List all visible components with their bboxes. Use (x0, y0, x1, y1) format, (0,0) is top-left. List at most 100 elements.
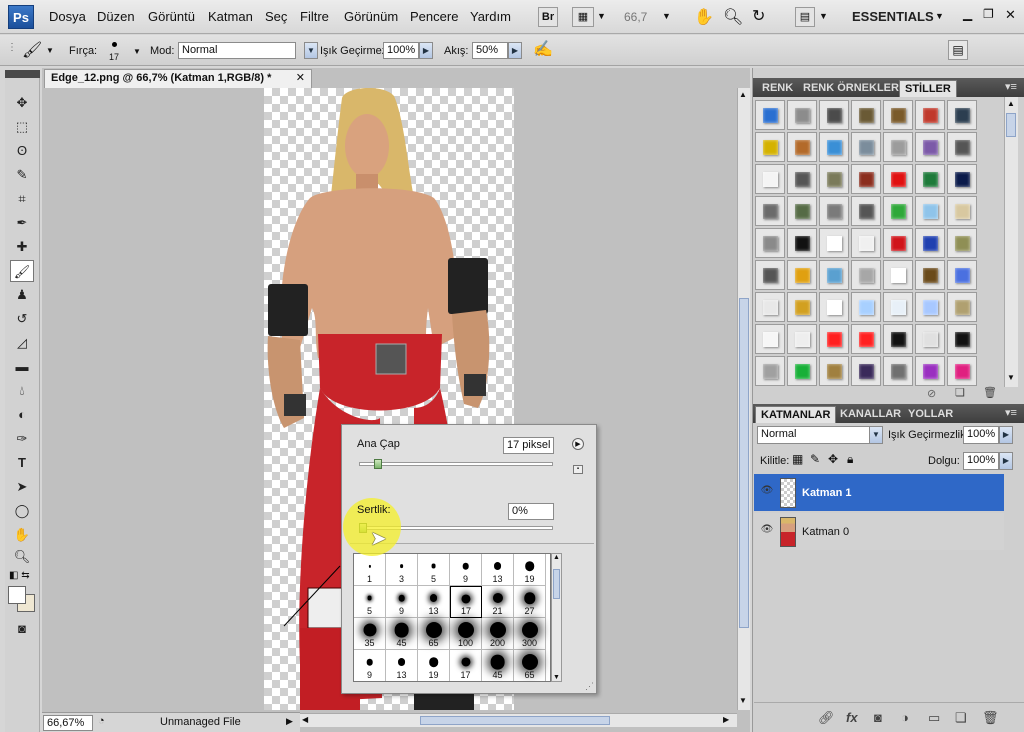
zoom-field[interactable]: 66,67% (43, 715, 93, 731)
style-swatch[interactable] (787, 356, 817, 386)
blend-mode-select[interactable]: Normal (757, 426, 871, 444)
style-swatch[interactable] (851, 260, 881, 290)
style-swatch[interactable] (755, 132, 785, 162)
tab-layers[interactable]: KATMANLAR (755, 406, 837, 423)
style-swatch[interactable] (915, 324, 945, 354)
tab-channels[interactable]: KANALLAR (835, 406, 906, 423)
style-swatch[interactable] (947, 100, 977, 130)
menu-edit[interactable]: Düzen (97, 9, 135, 24)
reset-icon[interactable]: ▪ (573, 465, 583, 474)
style-swatch[interactable] (915, 292, 945, 322)
layer-name[interactable]: Katman 0 (802, 526, 849, 538)
new-layer-icon[interactable]: ❏ (955, 710, 967, 726)
chevron-down-icon[interactable]: ▼ (935, 11, 944, 21)
foreground-color-swatch[interactable] (8, 586, 26, 604)
tab-styles[interactable]: STİLLER (899, 80, 957, 97)
layer-mask-icon[interactable]: ◙ (874, 710, 882, 725)
move-tool-icon[interactable]: ✥ (10, 92, 34, 114)
style-swatch[interactable] (947, 260, 977, 290)
scroll-thumb[interactable] (1006, 113, 1016, 137)
eraser-tool-icon[interactable]: ◿ (10, 332, 34, 354)
bridge-button[interactable]: Br (538, 7, 558, 27)
brush-preset[interactable]: 45 (482, 650, 514, 681)
brush-tool-icon[interactable]: 🖌︎ (10, 260, 34, 282)
brush-preset[interactable]: 9 (354, 650, 386, 681)
restore-icon[interactable]: ❐ (983, 7, 994, 21)
link-layers-icon[interactable]: 🔗︎ (818, 710, 835, 726)
menu-image[interactable]: Görüntü (148, 9, 195, 24)
scroll-right-icon[interactable]: ▶ (723, 715, 729, 724)
airbrush-icon[interactable]: ✍ (533, 39, 553, 59)
style-swatch[interactable] (819, 324, 849, 354)
brush-preset[interactable]: 45 (386, 618, 418, 650)
quick-select-tool-icon[interactable]: ✎ (10, 164, 34, 186)
preset-scrollbar[interactable]: ▲ ▼ (551, 553, 562, 682)
fill-field[interactable]: 100% (963, 452, 999, 470)
brush-preview[interactable] (112, 42, 117, 47)
layer-name[interactable]: Katman 1 (802, 487, 852, 499)
chevron-down-icon[interactable]: ▼ (46, 46, 54, 55)
brush-preset[interactable]: 200 (482, 618, 514, 650)
style-swatch[interactable] (755, 324, 785, 354)
tab-swatches[interactable]: RENK ÖRNEKLERİ (798, 80, 907, 97)
tab-color[interactable]: RENK (757, 80, 798, 97)
chevron-down-icon[interactable]: ▼ (597, 11, 606, 21)
style-swatch[interactable] (883, 132, 913, 162)
lock-transparent-icon[interactable]: ▦ (792, 452, 803, 466)
style-swatch[interactable] (883, 196, 913, 226)
style-swatch[interactable] (883, 164, 913, 194)
style-swatch[interactable] (755, 196, 785, 226)
folder-icon[interactable]: ▭ (928, 710, 940, 726)
menu-file[interactable]: Dosya (49, 9, 86, 24)
lock-icon[interactable]: 🔒︎ (847, 452, 853, 467)
brush-preset[interactable]: 9 (450, 554, 482, 586)
chevron-down-icon[interactable]: ▼ (869, 426, 883, 444)
scroll-thumb[interactable] (553, 569, 560, 599)
scroll-thumb[interactable] (739, 298, 749, 628)
blur-tool-icon[interactable]: 💧︎ (10, 380, 34, 402)
style-swatch[interactable] (819, 132, 849, 162)
brush-preset[interactable]: 19 (418, 650, 450, 681)
scroll-up-icon[interactable]: ▲ (553, 554, 560, 561)
adjustment-layer-icon[interactable]: ◑ (901, 710, 909, 725)
menu-layer[interactable]: Katman (208, 9, 253, 24)
brush-preset[interactable]: 17 (450, 650, 482, 681)
style-swatch[interactable] (787, 260, 817, 290)
healing-tool-icon[interactable]: ✚ (10, 236, 34, 258)
chevron-down-icon[interactable]: ▼ (304, 42, 318, 59)
eyedropper-tool-icon[interactable]: ✒ (10, 212, 34, 234)
style-swatch[interactable] (755, 228, 785, 258)
style-swatch[interactable] (851, 164, 881, 194)
layer-opacity-field[interactable]: 100% (963, 426, 999, 444)
style-swatch[interactable] (915, 196, 945, 226)
chevron-down-icon[interactable]: ▼ (662, 11, 671, 21)
style-swatch[interactable] (755, 292, 785, 322)
menu-window[interactable]: Pencere (410, 9, 458, 24)
ellipse-tool-icon[interactable]: ◯ (10, 500, 34, 522)
style-swatch[interactable] (819, 228, 849, 258)
style-swatch[interactable] (883, 356, 913, 386)
style-swatch[interactable] (819, 196, 849, 226)
style-swatch[interactable] (915, 228, 945, 258)
scroll-down-icon[interactable]: ▼ (553, 674, 560, 681)
chevron-right-icon[interactable]: ▶ (999, 426, 1013, 444)
style-swatch[interactable] (883, 292, 913, 322)
scroll-left-icon[interactable]: ◀ (302, 715, 308, 724)
flow-field[interactable]: 50% (472, 42, 508, 59)
status-icon[interactable]: ◔ (98, 715, 105, 727)
brush-preset[interactable]: 13 (482, 554, 514, 586)
style-swatch[interactable] (851, 356, 881, 386)
path-select-tool-icon[interactable]: ➤ (10, 476, 34, 498)
minimize-icon[interactable]: ▁ (963, 7, 972, 21)
style-swatch[interactable] (787, 292, 817, 322)
style-swatch[interactable] (851, 196, 881, 226)
style-swatch[interactable] (883, 260, 913, 290)
history-brush-tool-icon[interactable]: ↺ (10, 308, 34, 330)
brush-preset[interactable]: 65 (514, 650, 546, 681)
style-swatch[interactable] (819, 164, 849, 194)
style-swatch[interactable] (755, 356, 785, 386)
style-swatch[interactable] (819, 260, 849, 290)
chevron-right-icon[interactable]: ▶ (419, 42, 433, 59)
scroll-up-icon[interactable]: ▲ (1007, 99, 1015, 108)
quick-mask-icon[interactable]: ◙ (10, 618, 34, 640)
